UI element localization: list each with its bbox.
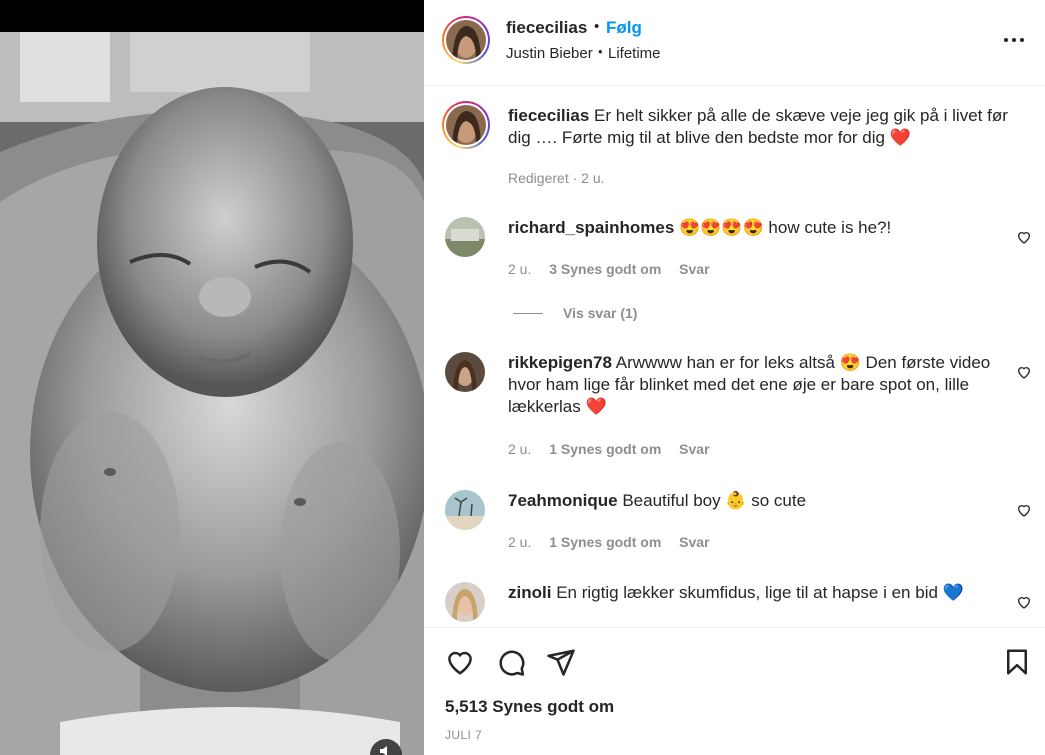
- comments-list[interactable]: fiececilias Er helt sikker på alle de sk…: [424, 87, 1045, 627]
- comment-text: 7eahmonique Beautiful boy 👶 so cute: [508, 490, 1008, 512]
- post-date[interactable]: JULI 7: [445, 728, 482, 742]
- audio-artist-link[interactable]: Justin Bieber: [506, 45, 593, 62]
- caption-avatar[interactable]: [442, 101, 490, 149]
- comment-time: 2 u.: [508, 261, 532, 277]
- comment-username[interactable]: zinoli: [508, 583, 551, 602]
- comment-like-heart-icon[interactable]: [1016, 594, 1032, 610]
- replies-divider: [513, 313, 543, 314]
- caption-username[interactable]: fiececilias: [508, 106, 589, 125]
- comment-meta: 2 u. 1 Synes godt om Svar: [508, 534, 724, 550]
- reply-button[interactable]: Svar: [679, 534, 709, 550]
- audio-title-link[interactable]: Lifetime: [608, 45, 661, 62]
- baby-photo: [0, 32, 424, 755]
- comment-body: En rigtig lækker skumfidus, lige til at …: [556, 583, 964, 602]
- comment-like-heart-icon[interactable]: [1016, 502, 1032, 518]
- author-avatar[interactable]: [442, 16, 490, 64]
- bookmark-icon[interactable]: [1002, 647, 1032, 677]
- comment-text: zinoli En rigtig lækker skumfidus, lige …: [508, 582, 1008, 604]
- comment-meta: 2 u. 1 Synes godt om Svar: [508, 441, 724, 457]
- post-actions: 5,513 Synes godt om JULI 7: [424, 627, 1045, 755]
- reply-button[interactable]: Svar: [679, 441, 709, 457]
- caption-text: fiececilias Er helt sikker på alle de sk…: [508, 105, 1008, 149]
- heart-icon[interactable]: [445, 647, 475, 677]
- comment-body: 😍😍😍😍 how cute is he?!: [679, 218, 892, 237]
- comment-likes-link[interactable]: 3 Synes godt om: [549, 261, 661, 277]
- post-header: fiececilias • Følg Justin Bieber • Lifet…: [424, 0, 1045, 86]
- follow-button[interactable]: Følg: [606, 18, 642, 38]
- more-horizontal-icon[interactable]: [1002, 30, 1026, 50]
- comment-text: richard_spainhomes 😍😍😍😍 how cute is he?!: [508, 217, 1008, 239]
- comment-username[interactable]: 7eahmonique: [508, 491, 618, 510]
- post-media[interactable]: [0, 0, 424, 755]
- commenter-avatar[interactable]: [445, 582, 485, 622]
- comment-icon[interactable]: [496, 647, 526, 677]
- send-icon[interactable]: [546, 647, 576, 677]
- comment-time: 2 u.: [508, 441, 532, 457]
- commenter-avatar[interactable]: [445, 352, 485, 392]
- comment-time: 2 u.: [508, 534, 532, 550]
- comment-username[interactable]: rikkepigen78: [508, 353, 612, 372]
- view-replies-button[interactable]: Vis svar (1): [563, 305, 637, 321]
- post-detail-panel: fiececilias • Følg Justin Bieber • Lifet…: [424, 0, 1045, 755]
- commenter-avatar[interactable]: [445, 217, 485, 257]
- caption-meta: Redigeret · 2 u.: [508, 170, 605, 186]
- author-photo: [446, 105, 486, 145]
- comment-like-heart-icon[interactable]: [1016, 364, 1032, 380]
- likes-count-link[interactable]: 5,513 Synes godt om: [445, 697, 614, 717]
- separator-dot: •: [598, 44, 603, 59]
- comment-likes-link[interactable]: 1 Synes godt om: [549, 534, 661, 550]
- comment-username[interactable]: richard_spainhomes: [508, 218, 674, 237]
- speaker-muted-icon: [380, 746, 387, 755]
- comment-text: rikkepigen78 Arwwww han er for leks alts…: [508, 352, 1008, 418]
- commenter-avatar[interactable]: [445, 490, 485, 530]
- comment-body: Beautiful boy 👶 so cute: [622, 491, 807, 510]
- separator-dot: •: [594, 18, 600, 35]
- reply-button[interactable]: Svar: [679, 261, 709, 277]
- comment-like-heart-icon[interactable]: [1016, 229, 1032, 245]
- author-username-link[interactable]: fiececilias: [506, 18, 587, 38]
- comment-likes-link[interactable]: 1 Synes godt om: [549, 441, 661, 457]
- comment-meta: 2 u. 3 Synes godt om Svar: [508, 261, 724, 277]
- author-photo: [446, 20, 486, 60]
